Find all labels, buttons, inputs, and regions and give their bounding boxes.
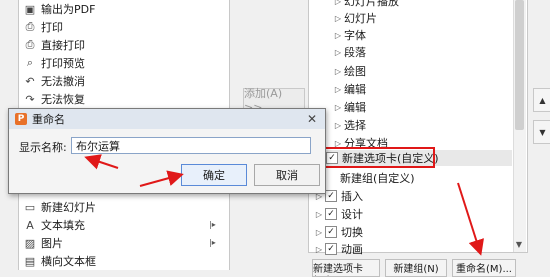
arrow-to-ok — [139, 170, 184, 187]
annotation-arrows — [84, 154, 484, 256]
arrow-to-input — [84, 154, 119, 170]
arrow-to-rename — [457, 182, 484, 256]
